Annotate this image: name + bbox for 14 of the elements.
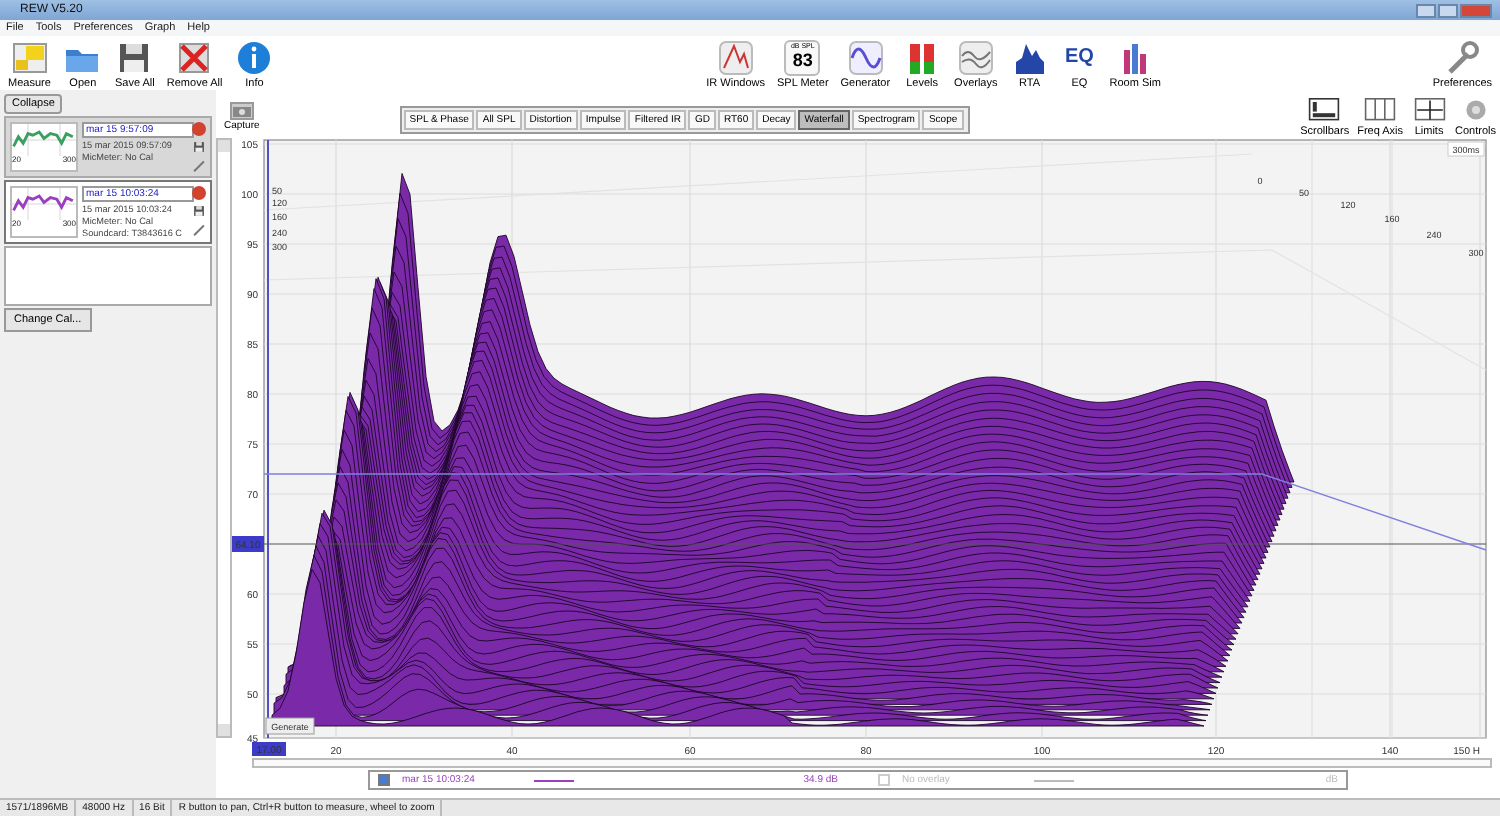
minimize-button[interactable] [1416, 3, 1436, 17]
impulse-graph-icon [715, 38, 756, 78]
sine-wave-icon [845, 38, 886, 78]
pencil-icon[interactable] [192, 158, 206, 172]
curves-icon [955, 38, 996, 78]
pencil-icon[interactable] [192, 222, 206, 236]
notes-area[interactable] [4, 246, 212, 306]
close-button[interactable] [1460, 3, 1492, 17]
legend-checkbox[interactable] [378, 774, 390, 786]
camera-icon [229, 102, 254, 120]
horizontal-scrollbar[interactable] [252, 758, 1492, 768]
cross-icon [174, 38, 215, 78]
eq-icon: EQ [1061, 40, 1098, 76]
maximize-button[interactable] [1438, 3, 1458, 17]
